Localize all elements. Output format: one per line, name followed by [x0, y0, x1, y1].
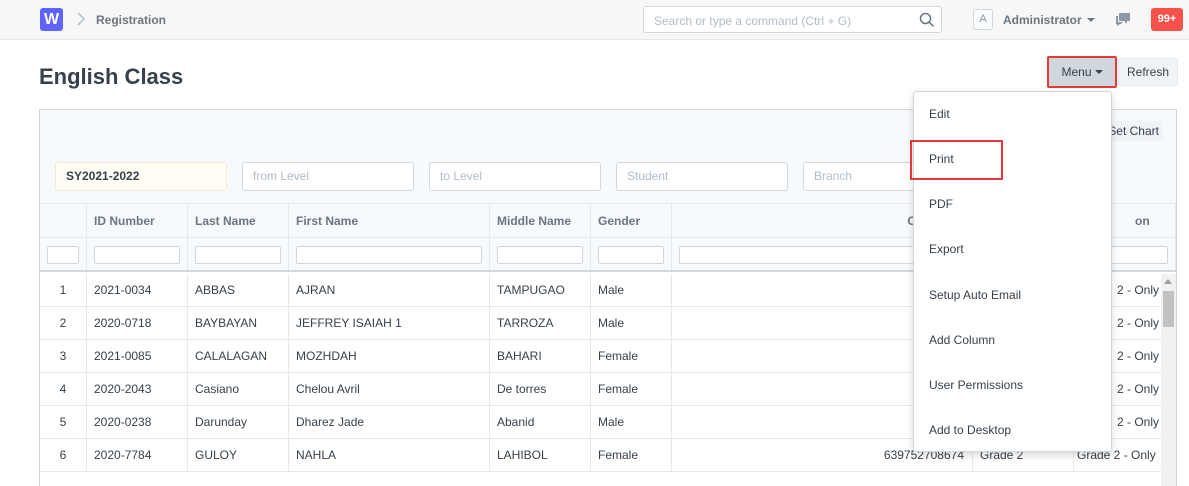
scrollbar-thumb[interactable] [1163, 291, 1174, 327]
cell-first-name[interactable]: MOZHDAH [289, 340, 490, 372]
col-filter-input[interactable] [195, 246, 281, 264]
col-filter-input[interactable] [94, 246, 180, 264]
chevron-down-icon[interactable] [1087, 18, 1095, 22]
cell-id-number[interactable]: 2020-0718 [87, 307, 188, 339]
row-number: 6 [40, 439, 87, 471]
header-last-name[interactable]: Last Name [188, 204, 289, 237]
cell-first-name[interactable]: NAHLA [289, 439, 490, 471]
school-year-filter[interactable]: SY2021-2022 [55, 162, 227, 191]
col-filter-cell [289, 238, 490, 270]
vertical-scrollbar[interactable] [1161, 274, 1176, 486]
cell-section-text: 2 - Only [1117, 316, 1160, 330]
header-id-number[interactable]: ID Number [87, 204, 188, 237]
scroll-up-icon[interactable] [1164, 279, 1172, 284]
col-filter-cell [188, 238, 289, 270]
to-level-filter[interactable]: to Level [429, 162, 601, 191]
col-filter-cell [87, 238, 188, 270]
cell-middle-name[interactable]: Abanid [490, 406, 591, 438]
cell-gender[interactable]: Female [591, 340, 672, 372]
cell-middle-name[interactable]: TARROZA [490, 307, 591, 339]
menu-button-label: Menu [1061, 65, 1092, 79]
student-filter[interactable]: Student [616, 162, 788, 191]
header-section-label: on [1135, 214, 1150, 228]
cell-gender[interactable]: Male [591, 307, 672, 339]
cell-middle-name[interactable]: BAHARI [490, 340, 591, 372]
chevron-right-icon [77, 12, 86, 26]
cell-section-text: 2 - Only [1117, 382, 1160, 396]
cell-gender[interactable]: Female [591, 439, 672, 471]
search-icon[interactable] [919, 12, 935, 28]
cell-last-name[interactable]: Casiano [188, 373, 289, 405]
cell-section-text: 2 - Only [1117, 283, 1160, 297]
refresh-button[interactable]: Refresh [1118, 58, 1178, 86]
table-row[interactable] [40, 472, 1176, 486]
col-filter-input[interactable] [47, 246, 79, 264]
menu-item-add-to-desktop[interactable]: Add to Desktop [914, 415, 1111, 445]
menu-button[interactable]: Menu [1047, 56, 1117, 88]
row-number: 2 [40, 307, 87, 339]
menu-item-setup-auto-email[interactable]: Setup Auto Email [914, 280, 1111, 310]
col-filter-cell [591, 238, 672, 270]
avatar[interactable]: A [973, 9, 993, 30]
menu-item-add-column[interactable]: Add Column [914, 325, 1111, 355]
header-row-number [40, 204, 87, 237]
cell-id-number[interactable]: 2021-0085 [87, 340, 188, 372]
caret-down-icon [1094, 70, 1103, 74]
search-input[interactable]: Search or type a command (Ctrl + G) [643, 6, 942, 33]
col-filter-input[interactable] [598, 246, 664, 264]
cell-id-number[interactable]: 2020-7784 [87, 439, 188, 471]
cell-id-number[interactable]: 2020-0238 [87, 406, 188, 438]
cell-gender[interactable]: Female [591, 373, 672, 405]
navbar: W Registration Search or type a command … [0, 0, 1189, 40]
chat-icon[interactable] [1115, 12, 1131, 27]
cell-first-name[interactable]: JEFFREY ISAIAH 1 [289, 307, 490, 339]
header-middle-name[interactable]: Middle Name [490, 204, 591, 237]
user-menu[interactable]: Administrator [1003, 13, 1082, 27]
row-number: 5 [40, 406, 87, 438]
row-number: 4 [40, 373, 87, 405]
set-chart-button[interactable]: Set Chart [1106, 121, 1163, 141]
app-logo[interactable]: W [40, 8, 63, 31]
col-filter-input[interactable] [497, 246, 583, 264]
cell-section-text: 2 - Only [1117, 349, 1160, 363]
cell-id-number[interactable]: 2021-0034 [87, 274, 188, 306]
search-placeholder: Search or type a command (Ctrl + G) [654, 14, 852, 28]
cell-last-name[interactable]: Darunday [188, 406, 289, 438]
notification-badge[interactable]: 99+ [1151, 8, 1183, 31]
cell-middle-name[interactable]: TAMPUGAO [490, 274, 591, 306]
col-filter-cell [40, 238, 87, 270]
row-number: 3 [40, 340, 87, 372]
cell-last-name[interactable]: ABBAS [188, 274, 289, 306]
cell-middle-name[interactable]: LAHIBOL [490, 439, 591, 471]
col-filter-cell [490, 238, 591, 270]
cell-middle-name[interactable]: De torres [490, 373, 591, 405]
cell-section-text: 2 - Only [1117, 415, 1160, 429]
cell-gender[interactable]: Male [591, 274, 672, 306]
cell-last-name[interactable]: GULOY [188, 439, 289, 471]
breadcrumb-registration[interactable]: Registration [96, 13, 166, 27]
cell-first-name[interactable]: AJRAN [289, 274, 490, 306]
print-highlight-box [910, 140, 1003, 180]
menu-item-edit[interactable]: Edit [914, 99, 1111, 129]
menu-item-pdf[interactable]: PDF [914, 189, 1111, 219]
cell-first-name[interactable]: Chelou Avril [289, 373, 490, 405]
cell-last-name[interactable]: CALALAGAN [188, 340, 289, 372]
page-title: English Class [39, 64, 184, 89]
header-first-name[interactable]: First Name [289, 204, 490, 237]
cell-first-name[interactable]: Dharez Jade [289, 406, 490, 438]
header-gender[interactable]: Gender [591, 204, 672, 237]
cell-last-name[interactable]: BAYBAYAN [188, 307, 289, 339]
cell-gender[interactable]: Male [591, 406, 672, 438]
from-level-filter[interactable]: from Level [242, 162, 414, 191]
menu-item-user-permissions[interactable]: User Permissions [914, 370, 1111, 400]
col-filter-input[interactable] [296, 246, 482, 264]
row-number: 1 [40, 274, 87, 306]
cell-id-number[interactable]: 2020-2043 [87, 373, 188, 405]
menu-item-export[interactable]: Export [914, 234, 1111, 264]
